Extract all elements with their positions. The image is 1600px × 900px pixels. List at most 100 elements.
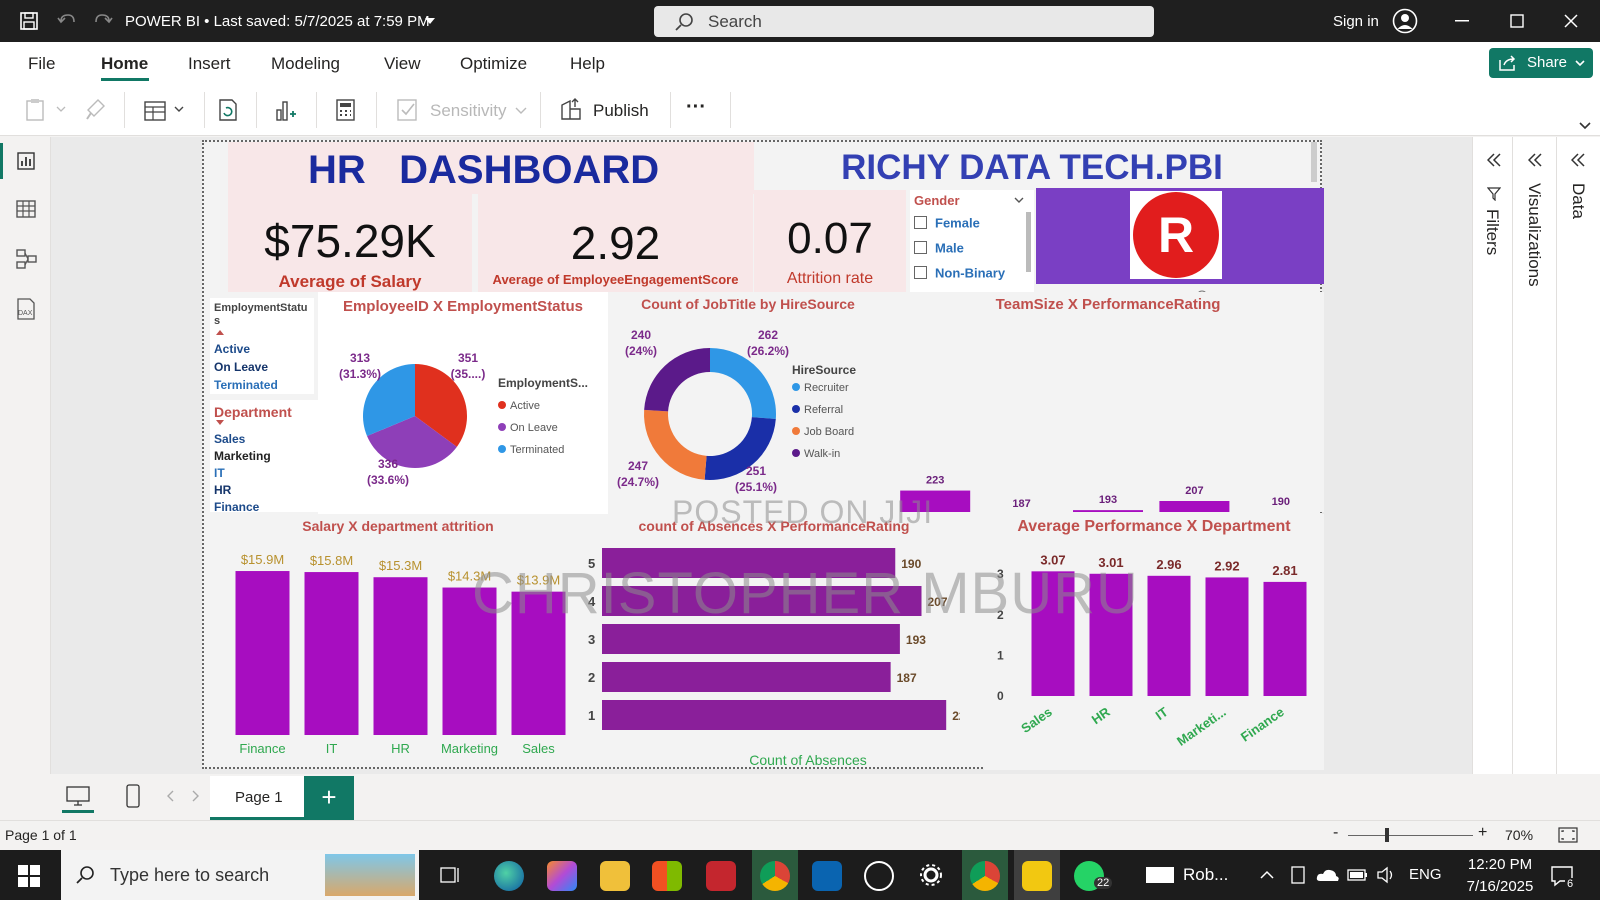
file-explorer-icon[interactable]	[600, 861, 630, 891]
department-item[interactable]: Finance	[210, 500, 310, 512]
outlook-icon[interactable]	[812, 861, 842, 891]
mlb-icon[interactable]	[1146, 867, 1174, 883]
kpi-card-salary[interactable]: $75.29K Average of Salary	[228, 194, 472, 292]
menu-home[interactable]: Home	[101, 54, 148, 74]
close-icon[interactable]	[1564, 14, 1578, 28]
publish-icon[interactable]	[558, 97, 584, 123]
gender-item[interactable]: Male	[914, 239, 964, 257]
windows-start-icon[interactable]	[18, 865, 40, 887]
language-indicator[interactable]: ENG	[1409, 866, 1442, 883]
visualizations-label[interactable]: Visualizations	[1524, 183, 1544, 287]
employment-status-pie-chart[interactable]: EmployeeID X EmploymentStatus 351 (35....…	[318, 292, 608, 514]
data-pane[interactable]: Data	[1557, 137, 1600, 820]
department-slicer[interactable]: Department Sales Marketing IT HR Finance	[210, 400, 326, 512]
model-view-icon[interactable]	[16, 248, 38, 270]
mobile-layout-icon[interactable]	[126, 784, 140, 808]
sign-in-link[interactable]: Sign in	[1333, 13, 1379, 30]
filters-label[interactable]: Filters	[1482, 209, 1502, 255]
paste-icon[interactable]	[25, 98, 67, 122]
status-item-active[interactable]: Active	[210, 342, 314, 359]
department-item[interactable]: HR	[210, 483, 310, 500]
get-data-icon[interactable]	[143, 98, 187, 122]
scrollbar[interactable]	[1026, 212, 1031, 272]
calculator-icon[interactable]	[335, 98, 357, 122]
sort-icon[interactable]	[216, 330, 224, 336]
hire-source-donut-chart[interactable]: Count of JobTitle by HireSource 262 (26.2…	[608, 292, 888, 514]
menu-modeling[interactable]: Modeling	[271, 54, 340, 74]
expand-pane-icon[interactable]	[1571, 153, 1585, 167]
kpi-card-attrition[interactable]: 0.07 Attrition rate	[754, 190, 906, 292]
taskbar-app-label[interactable]: Rob...	[1183, 865, 1228, 885]
microsoft-store-icon[interactable]	[652, 861, 682, 891]
menu-help[interactable]: Help	[570, 54, 605, 74]
sensitivity-label[interactable]: Sensitivity	[430, 101, 507, 121]
device-icon[interactable]	[1290, 865, 1306, 885]
checkbox[interactable]	[914, 216, 927, 230]
redo-icon[interactable]	[93, 12, 113, 30]
prev-page-icon[interactable]	[166, 790, 174, 802]
avg-performance-department-chart[interactable]: Average Performance X Department 3.07 Sal…	[984, 514, 1324, 770]
add-page-button[interactable]: +	[304, 776, 354, 820]
chevron-down-icon[interactable]	[1014, 197, 1024, 204]
scrollbar[interactable]	[1311, 142, 1317, 182]
checkbox[interactable]	[914, 241, 927, 255]
media-player-icon[interactable]	[864, 861, 894, 891]
desktop-layout-icon[interactable]	[66, 786, 90, 806]
chevron-down-icon[interactable]	[424, 17, 436, 25]
status-item-on-leave[interactable]: On Leave	[210, 360, 314, 377]
employment-status-slicer[interactable]: EmploymentStatus Active On Leave Termina…	[210, 298, 314, 394]
edge-icon[interactable]	[494, 861, 524, 891]
next-page-icon[interactable]	[192, 790, 200, 802]
account-icon[interactable]	[1392, 8, 1418, 34]
visualizations-pane[interactable]: Visualizations	[1513, 137, 1557, 820]
report-view-icon[interactable]	[16, 151, 36, 171]
dax-query-icon[interactable]: DAX	[14, 297, 38, 321]
fit-to-page-icon[interactable]	[1558, 827, 1578, 843]
show-hidden-icons[interactable]	[1260, 870, 1274, 879]
zoom-out-button[interactable]: -	[1333, 824, 1338, 842]
share-button[interactable]: Share	[1489, 48, 1593, 78]
refresh-icon[interactable]	[216, 98, 240, 122]
collapse-ribbon-icon[interactable]	[1579, 122, 1591, 130]
department-item[interactable]: Marketing	[210, 449, 310, 466]
salary-department-chart[interactable]: Salary X department attrition $15.9M Fina…	[208, 514, 588, 770]
table-view-icon[interactable]	[16, 199, 36, 219]
data-label[interactable]: Data	[1568, 183, 1588, 219]
kpi-card-engagement[interactable]: 2.92 Average of EmployeeEngagementScore	[478, 194, 753, 292]
save-icon[interactable]	[19, 11, 39, 31]
menu-insert[interactable]: Insert	[188, 54, 231, 74]
gender-slicer[interactable]: Gender Female Male Non-Binary	[910, 190, 1034, 294]
expand-pane-icon[interactable]	[1487, 153, 1501, 167]
new-visual-icon[interactable]	[274, 98, 298, 122]
minimize-icon[interactable]	[1455, 20, 1469, 22]
zoom-slider[interactable]	[1348, 835, 1473, 836]
expand-pane-icon[interactable]	[1528, 153, 1542, 167]
onedrive-icon[interactable]	[1316, 867, 1340, 883]
menu-view[interactable]: View	[384, 54, 421, 74]
undo-icon[interactable]	[57, 12, 77, 30]
taskbar-search[interactable]: Type here to search	[61, 850, 419, 900]
absences-performance-chart[interactable]: count of Absences X PerformanceRating 19…	[588, 514, 960, 770]
status-item-terminated[interactable]: Terminated	[210, 378, 314, 395]
department-item[interactable]: IT	[210, 466, 310, 483]
volume-icon[interactable]	[1376, 866, 1396, 884]
menu-optimize[interactable]: Optimize	[460, 54, 527, 74]
maximize-icon[interactable]	[1510, 14, 1524, 28]
teamsize-performance-chart[interactable]: TeamSize X PerformanceRating 22311872193…	[892, 292, 1324, 512]
zoom-in-button[interactable]: +	[1478, 824, 1487, 842]
gender-item[interactable]: Non-Binary	[914, 264, 1005, 282]
app-icon[interactable]	[706, 861, 736, 891]
menu-file[interactable]: File	[28, 54, 55, 74]
sensitivity-icon[interactable]	[396, 98, 420, 122]
clock-date[interactable]: 7/16/2025	[1455, 878, 1545, 895]
chrome-profile-icon[interactable]	[970, 861, 1000, 891]
power-bi-icon[interactable]	[1022, 861, 1052, 891]
search-box[interactable]: Search	[654, 6, 1154, 37]
filters-pane[interactable]: Filters	[1473, 137, 1513, 820]
publish-label[interactable]: Publish	[593, 101, 649, 121]
more-options-icon[interactable]: ···	[686, 96, 706, 119]
battery-icon[interactable]	[1347, 867, 1369, 883]
format-painter-icon[interactable]	[84, 98, 108, 122]
zoom-slider-thumb[interactable]	[1385, 828, 1389, 842]
chrome-icon[interactable]	[760, 861, 790, 891]
